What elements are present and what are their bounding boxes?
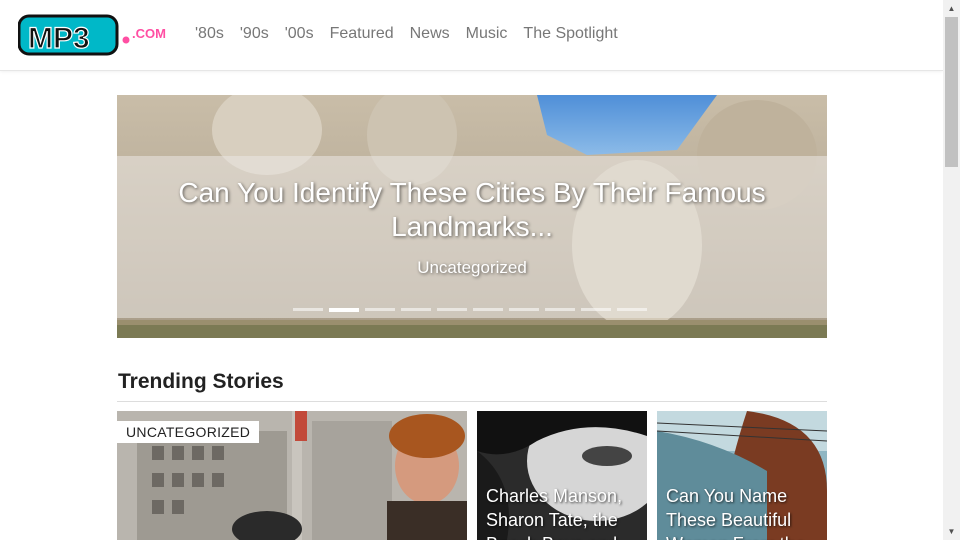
nav-item-news[interactable]: News [410, 24, 450, 44]
nav-item-music[interactable]: Music [466, 24, 508, 44]
page: MP3 .COM '80s '90s '00s Featured News Mu… [0, 0, 960, 540]
nav-item-80s[interactable]: '80s [195, 24, 224, 44]
trending-card[interactable]: Can You Name These Beautiful Women From … [657, 411, 827, 540]
nav-item-the-spotlight[interactable]: The Spotlight [523, 24, 617, 44]
slider-dot[interactable] [617, 308, 647, 311]
section-divider [117, 401, 827, 402]
triangle-up-icon[interactable]: ▲ [943, 0, 960, 17]
slider-dot[interactable] [437, 308, 467, 311]
hero-category[interactable]: Uncategorized [117, 257, 827, 279]
category-badge[interactable]: UNCATEGORIZED [117, 421, 260, 443]
nav-item-featured[interactable]: Featured [330, 24, 394, 44]
logo-suffix: .COM [132, 26, 166, 41]
main-nav: '80s '90s '00s Featured News Music The S… [195, 24, 634, 44]
slider-dots [293, 308, 653, 312]
logo-graphic: MP3 .COM [17, 14, 166, 56]
site-header: MP3 .COM '80s '90s '00s Featured News Mu… [0, 0, 943, 71]
section-heading-trending: Trending Stories [118, 370, 284, 393]
slider-dot[interactable] [509, 308, 539, 311]
trending-card[interactable]: Charles Manson, Sharon Tate, the Beach B… [477, 411, 647, 540]
nav-item-00s[interactable]: '00s [285, 24, 314, 44]
slider-dot[interactable] [545, 308, 575, 311]
trending-card[interactable]: UNCATEGORIZED [117, 411, 467, 540]
triangle-down-icon[interactable]: ▼ [943, 523, 960, 540]
nav-item-90s[interactable]: '90s [240, 24, 269, 44]
scroll-thumb[interactable] [945, 17, 958, 167]
site-logo[interactable]: MP3 .COM [17, 14, 170, 58]
slider-dot[interactable] [401, 308, 431, 311]
hero-title[interactable]: Can You Identify These Cities By Their F… [137, 176, 807, 244]
slider-dot[interactable] [581, 308, 611, 311]
hero-slider[interactable]: Can You Identify These Cities By Their F… [117, 95, 827, 338]
logo-text: MP3 [28, 22, 90, 55]
slider-dot-active[interactable] [329, 308, 359, 312]
slider-dot[interactable] [365, 308, 395, 311]
page-scrollbar[interactable]: ▲ ▼ [943, 0, 960, 540]
slider-dot[interactable] [293, 308, 323, 311]
card-title[interactable]: Charles Manson, Sharon Tate, the Beach B… [486, 484, 641, 540]
slider-dot[interactable] [473, 308, 503, 311]
card-title[interactable]: Can You Name These Beautiful Women From … [666, 484, 821, 540]
